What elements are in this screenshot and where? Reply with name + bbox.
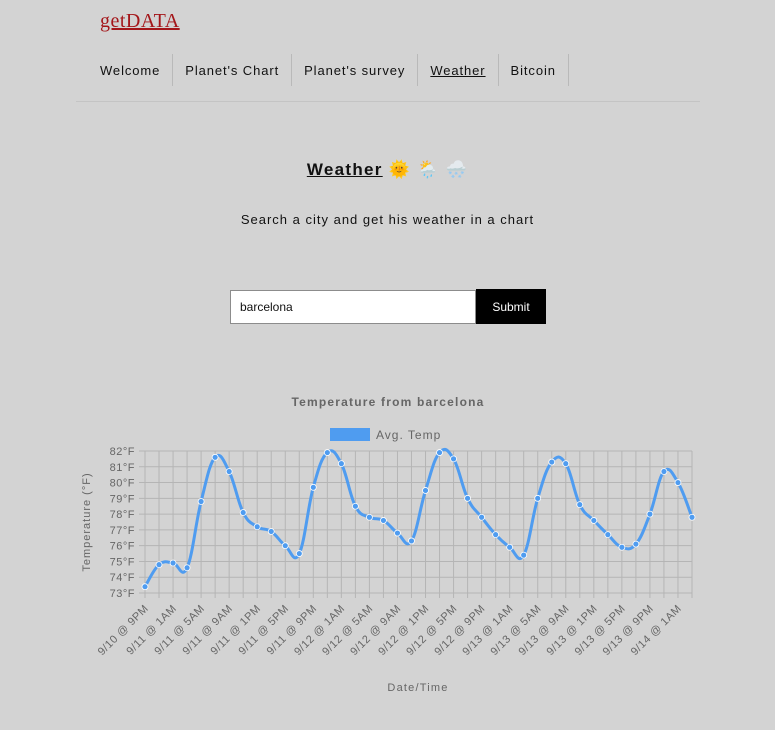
data-point [618, 543, 626, 551]
data-point [295, 550, 303, 557]
data-point [267, 528, 275, 535]
data-point [688, 513, 696, 521]
data-point [211, 453, 219, 461]
data-point [520, 551, 528, 559]
nav-item-planets-chart[interactable]: Planet's Chart [173, 54, 293, 86]
data-point [576, 501, 584, 509]
data-point [366, 513, 373, 521]
data-point [464, 494, 471, 502]
y-tick-label: 73°F [110, 588, 135, 600]
city-search-input[interactable] [230, 290, 476, 324]
legend-swatch [330, 428, 370, 441]
nav-item-planets-survey[interactable]: Planet's survey [292, 54, 419, 86]
data-point [225, 468, 233, 475]
y-tick-label: 80°F [110, 478, 135, 490]
nav-item-welcome[interactable]: Welcome [88, 54, 174, 86]
data-point [337, 460, 345, 468]
data-point [422, 487, 429, 494]
data-point [309, 483, 317, 491]
temperature-chart: Temperature from barcelona Avg. Temp 73°F 7… [81, 395, 696, 694]
main-nav: Welcome Planet's Chart Planet's survey W… [88, 54, 569, 86]
data-point [183, 564, 191, 572]
x-axis-title: Date/Time [387, 682, 448, 694]
data-point [141, 583, 149, 591]
y-tick-label: 81°F [110, 462, 135, 474]
legend-label: Avg. Temp [376, 428, 441, 442]
data-point [253, 523, 261, 531]
data-point [239, 509, 247, 516]
data-point [604, 531, 612, 539]
data-point [197, 498, 205, 505]
y-axis-title: Temperature (°F) [81, 472, 93, 571]
data-point [323, 449, 331, 456]
nav-item-bitcoin[interactable]: Bitcoin [499, 54, 569, 86]
y-tick-label: 75°F [110, 556, 135, 568]
y-tick-label: 76°F [110, 541, 135, 553]
data-point [394, 529, 401, 537]
data-point [548, 458, 556, 466]
page-title-text: Weather [306, 160, 383, 179]
data-point [380, 517, 387, 524]
x-tick-label: 9/14 @ 1AM [629, 603, 684, 658]
nav-divider [76, 101, 700, 102]
page-subtitle: Search a city and get his weather in a c… [240, 212, 535, 227]
data-point [478, 513, 486, 521]
submit-button[interactable]: Submit [476, 289, 546, 324]
y-tick-label: 77°F [110, 525, 135, 537]
data-point [674, 479, 682, 486]
data-point [562, 460, 570, 468]
data-point [408, 537, 415, 545]
data-point [155, 561, 163, 569]
y-tick-label: 79°F [110, 493, 135, 505]
data-point [646, 510, 654, 518]
y-tick-label: 78°F [110, 509, 135, 521]
data-point [660, 468, 668, 475]
nav-item-weather[interactable]: Weather [418, 54, 499, 86]
data-point [351, 502, 359, 510]
chart-title: Temperature from barcelona [291, 395, 484, 409]
data-point [169, 559, 177, 567]
data-point [590, 517, 598, 524]
data-point [281, 542, 289, 550]
data-point [506, 543, 514, 551]
y-tick-label: 82°F [110, 446, 135, 458]
data-point [492, 531, 500, 539]
data-point [450, 455, 457, 463]
page-title: Weather 🌞 🌦️ 🌨️ [0, 160, 775, 180]
data-point [534, 494, 542, 502]
brand-logo-link[interactable]: getDATA [100, 10, 180, 33]
snow-cloud-icon: 🌨️ [445, 160, 469, 179]
y-tick-label: 74°F [110, 572, 135, 584]
data-point [436, 449, 443, 456]
data-point [632, 540, 640, 548]
sun-icon: 🌞 [388, 160, 412, 179]
sun-rain-cloud-icon: 🌦️ [417, 160, 440, 179]
